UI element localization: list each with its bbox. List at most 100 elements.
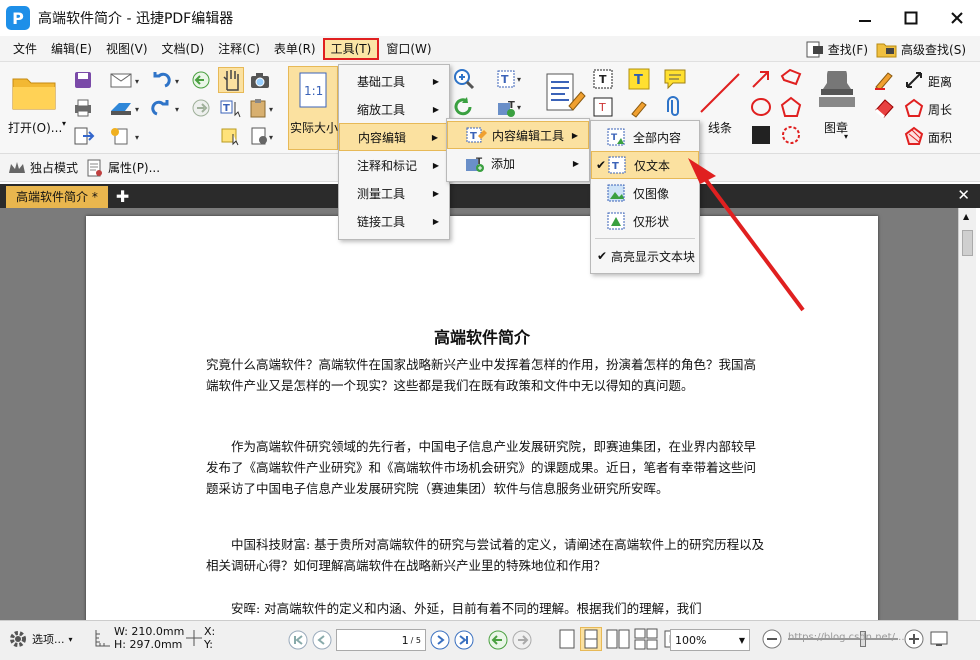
menu-item-measure-tools[interactable]: 测量工具 ▶	[339, 179, 449, 207]
new-tab-button[interactable]: ✚	[116, 186, 129, 208]
menu-item-highlight-text-blocks[interactable]: ✔ 高亮显示文本块	[591, 242, 699, 270]
export-button[interactable]	[72, 126, 102, 146]
note-button[interactable]	[662, 68, 688, 90]
scroll-thumb[interactable]	[962, 230, 973, 256]
menu-edit[interactable]: 编辑(E)	[44, 38, 99, 60]
text-box-button[interactable]: T ▾	[494, 68, 526, 90]
document-tool-button[interactable]: ▾	[248, 126, 278, 146]
save-button[interactable]	[72, 70, 94, 90]
actual-size-button[interactable]: 1:1	[288, 66, 338, 150]
line-tool-button[interactable]	[696, 68, 744, 118]
attach-button[interactable]	[662, 96, 688, 118]
zoom-in-status-icon[interactable]	[904, 629, 924, 649]
find-button[interactable]: 查找(F)	[805, 40, 868, 58]
zoom-select[interactable]: 100% ▼	[670, 629, 750, 651]
menu-window[interactable]: 窗口(W)	[379, 38, 438, 60]
document-gear-icon: ▾	[251, 127, 273, 145]
menu-item-zoom-tools[interactable]: 缩放工具 ▶	[339, 95, 449, 123]
open-button[interactable]	[8, 72, 60, 112]
menu-tools[interactable]: 工具(T)	[322, 37, 380, 60]
perimeter-tool-button[interactable]	[904, 98, 924, 118]
polyline-tool-button[interactable]	[778, 68, 804, 90]
full-screen-icon[interactable]	[930, 631, 948, 647]
email-button[interactable]: ▾	[108, 70, 144, 90]
menu-item-basic-tools[interactable]: 基础工具 ▶	[339, 67, 449, 95]
menu-item-comment-markup[interactable]: 注释和标记 ▶	[339, 151, 449, 179]
continuous-facing-icon[interactable]	[634, 628, 658, 650]
title-bar: P 高端软件简介 - 迅捷PDF编辑器	[0, 0, 980, 36]
stamp-button[interactable]	[812, 68, 862, 118]
single-page-icon[interactable]	[558, 628, 576, 650]
zoom-out-icon[interactable]	[762, 629, 782, 649]
menu-form[interactable]: 表单(R)	[267, 38, 323, 60]
maximize-button[interactable]	[888, 0, 934, 36]
menu-item-add[interactable]: T 添加 ▶	[447, 149, 589, 177]
highlight-text-button[interactable]: T	[626, 68, 652, 90]
menu-item-all-content[interactable]: T 全部内容	[591, 123, 699, 151]
snapshot-button[interactable]	[248, 70, 272, 90]
arrow-tool-button[interactable]	[748, 68, 774, 90]
options-button[interactable]: 选项... ▾	[8, 629, 73, 649]
menu-item-content-edit[interactable]: 内容编辑 ▶	[339, 123, 449, 151]
hand-tool-button[interactable]	[218, 67, 244, 93]
exclusive-mode-button[interactable]: 独占模式	[8, 159, 78, 176]
history-forward-icon[interactable]	[512, 630, 532, 650]
facing-pages-icon[interactable]	[606, 628, 630, 650]
redo-button[interactable]: ▾	[150, 98, 184, 118]
new-doc-button[interactable]: ▾	[108, 126, 144, 146]
menu-item-link-tools[interactable]: 链接工具 ▶	[339, 207, 449, 235]
annotation-select-button[interactable]	[218, 126, 244, 146]
oval-tool-button[interactable]	[748, 96, 774, 118]
scan-button[interactable]: ▾	[108, 98, 144, 118]
close-button[interactable]	[934, 0, 980, 36]
add-text-button[interactable]: T ▾	[494, 96, 526, 118]
undo-button[interactable]: ▾	[150, 70, 184, 90]
distance-label[interactable]: 距离	[928, 73, 952, 90]
advanced-find-button[interactable]: 高级查找(S)	[876, 40, 966, 58]
last-page-icon[interactable]	[454, 630, 474, 650]
menu-item-text-only[interactable]: ✔ T 仅文本	[591, 151, 699, 179]
typewriter-button[interactable]: T	[590, 68, 616, 90]
print-button[interactable]	[72, 98, 94, 118]
menu-item-content-edit-tool[interactable]: T 内容编辑工具 ▶	[447, 121, 589, 149]
area-tool-button[interactable]	[904, 126, 924, 146]
rotate-button[interactable]	[452, 96, 476, 118]
back-button[interactable]	[190, 70, 212, 90]
menu-document[interactable]: 文档(D)	[155, 38, 212, 60]
polygon-tool-button[interactable]	[778, 96, 804, 118]
first-page-icon[interactable]	[288, 630, 308, 650]
menu-comment[interactable]: 注释(C)	[211, 38, 267, 60]
zoom-in-button[interactable]	[452, 68, 476, 90]
continuous-page-button[interactable]	[580, 627, 602, 651]
properties-button[interactable]: 属性(P)...	[86, 159, 160, 177]
pdf-page[interactable]: 高端软件简介 究竟什么高端软件？高端软件在国家战略新兴产业中发挥着怎样的作用，扮…	[86, 216, 878, 620]
cloud-tool-button[interactable]	[778, 124, 804, 146]
edit-document-button[interactable]	[540, 68, 588, 118]
rectangle-tool-button[interactable]	[748, 124, 774, 146]
tab-document[interactable]: 高端软件简介 *	[6, 186, 108, 208]
forward-button[interactable]	[190, 98, 212, 118]
minimize-button[interactable]	[842, 0, 888, 36]
select-text-button[interactable]: T	[218, 98, 244, 118]
menu-item-image-only[interactable]: 仅图像	[591, 179, 699, 207]
menu-file[interactable]: 文件	[6, 38, 44, 60]
page-number-input[interactable]: 1 / 5	[336, 629, 426, 651]
zoom-slider[interactable]: https://blog.csdn.net/...	[788, 629, 905, 649]
vertical-scrollbar[interactable]: ▲	[958, 208, 976, 620]
next-page-icon[interactable]	[430, 630, 450, 650]
stamp-mini-button[interactable]	[626, 96, 652, 118]
previous-page-icon[interactable]	[312, 630, 332, 650]
paste-button[interactable]: ▾	[248, 98, 278, 118]
distance-tool-button[interactable]	[904, 70, 924, 90]
redo-icon: ▾	[151, 100, 179, 116]
history-back-icon[interactable]	[488, 630, 508, 650]
area-label[interactable]: 面积	[928, 129, 952, 146]
menu-view[interactable]: 视图(V)	[99, 38, 155, 60]
eraser-tool-button[interactable]	[872, 96, 896, 118]
scroll-up-icon[interactable]: ▲	[963, 212, 969, 221]
close-tab-button[interactable]: ✕	[957, 186, 970, 204]
perimeter-label[interactable]: 周长	[928, 101, 952, 118]
menu-item-shape-only[interactable]: 仅形状	[591, 207, 699, 235]
text-frame-button[interactable]: T	[590, 96, 616, 118]
pen-tool-button[interactable]	[872, 68, 896, 90]
